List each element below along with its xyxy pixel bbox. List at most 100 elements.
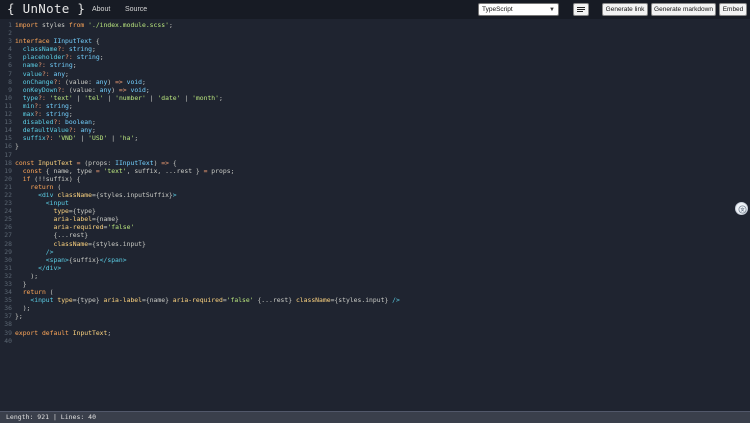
line-number: 11 [4,101,12,110]
code-line[interactable]: const { name, type = 'text', suffix, ...… [15,167,400,175]
line-number: 18 [4,158,12,167]
code-line[interactable]: onChange?: (value: any) => void; [15,78,400,86]
code-line[interactable]: ); [15,304,400,312]
line-number: 26 [4,223,12,232]
code-content[interactable]: import styles from './index.module.scss'… [15,21,400,345]
code-line[interactable] [15,151,400,159]
code-line[interactable]: ); [15,272,400,280]
code-line[interactable]: } [15,280,400,288]
code-token: styles [38,21,69,29]
line-number: 9 [8,85,12,94]
code-line[interactable]: <input type={type} aria-label={name} ari… [15,296,399,305]
code-token: return [30,182,54,191]
chevron-down-icon: ▼ [549,7,555,13]
code-token: 'month' [192,93,219,102]
code-token: (!!suffix) { [30,174,81,183]
code-token: 'text' [49,93,73,102]
code-token: ; [68,101,73,110]
code-line[interactable]: className?: string; [15,45,400,53]
code-token: , suffix, ...rest } [126,166,204,175]
code-line[interactable]: <span>{suffix}</span> [15,256,400,264]
format-button[interactable] [573,3,589,16]
code-line[interactable]: } [15,142,400,150]
code-line[interactable]: const InputText = (props: IInputText) =>… [15,159,400,167]
code-editor[interactable]: 1 2 3 4 5 6 7 8 9 10 11 12 13 14 15 16 17 18 19 20 21 22 23 24 2… [0,19,750,411]
nav-about-link[interactable]: About [92,5,110,14]
code-line[interactable]: export default InputText; [15,329,400,337]
line-number: 8 [8,77,12,86]
code-token: type [15,93,39,102]
code-line[interactable]: return ( [15,288,400,296]
line-number: 38 [4,320,12,329]
code-line[interactable] [15,337,400,345]
code-token: } [15,280,27,288]
translate-floating-button[interactable] [735,202,748,215]
code-line[interactable]: aria-label={name} [15,215,400,223]
code-line[interactable]: /> [15,248,400,256]
code-token: from [68,21,85,29]
line-number: 7 [8,69,12,78]
code-token: ; [68,110,73,119]
code-token: max [15,110,35,119]
code-token: any [80,126,92,135]
app-logo[interactable]: { UnNote } [7,1,85,17]
code-line[interactable]: }; [15,312,400,320]
line-number: 25 [4,215,12,224]
code-token: { [91,37,100,46]
code-token: defaultValue [15,126,69,135]
code-token: ?: [34,110,42,119]
code-token: => [161,158,169,167]
code-token: aria-label [103,296,142,305]
code-token: string [68,45,92,54]
code-line[interactable]: defaultValue?: any; [15,126,400,134]
code-line[interactable]: interface IInputText { [15,37,400,45]
code-line[interactable]: return ( [15,183,400,191]
generate-markdown-button[interactable]: Generate markdown [651,3,716,16]
code-line[interactable] [15,320,400,328]
nav-source-link[interactable]: Source [125,5,147,14]
code-line[interactable]: value?: any; [15,70,400,78]
code-line[interactable]: if (!!suffix) { [15,175,400,183]
code-token: string [45,110,69,119]
code-line[interactable] [15,29,400,37]
code-token: any [53,69,66,78]
language-select[interactable]: TypeScript ▼ [478,3,559,16]
code-line[interactable]: disabled?: boolean; [15,118,400,126]
code-line[interactable]: aria-required='false' [15,223,400,231]
code-token: 'false' [226,296,254,305]
code-token: ) [111,85,119,94]
code-line[interactable]: import styles from './index.module.scss'… [15,21,400,29]
code-token: ?: [38,93,46,102]
code-line[interactable]: <div className={styles.inputSuffix}> [15,191,400,199]
code-line[interactable]: min?: string; [15,102,400,110]
code-line[interactable]: {...rest} [15,231,400,239]
line-number: 10 [4,93,12,102]
code-token: ={styles.input} [88,239,146,248]
code-token: (value: [61,77,96,86]
code-token: ) [107,77,116,86]
code-line[interactable]: suffix?: 'VND' | 'USD' | 'ha'; [15,134,400,142]
code-line[interactable]: max?: string; [15,110,400,118]
code-token: ; [91,118,96,127]
line-number: 32 [4,271,12,280]
code-line[interactable]: placeholder?: string; [15,53,400,61]
code-line[interactable]: className={styles.input} [15,240,400,248]
code-token: aria-required [172,296,223,305]
code-token: const [22,166,42,175]
code-line[interactable]: type?: 'text' | 'tel' | 'number' | 'date… [15,94,400,102]
code-token: string [49,61,73,70]
code-token: </div> [38,263,62,272]
embed-button[interactable]: Embed [719,3,747,16]
code-token: ={styles.inputSuffix} [91,190,173,199]
line-number: 35 [4,296,12,305]
generate-link-button[interactable]: Generate link [602,3,648,16]
code-line[interactable]: </div> [15,264,400,272]
code-line[interactable]: onKeyDown?: (value: any) => void; [15,86,400,94]
code-line[interactable]: type={type} [15,207,400,215]
code-line[interactable]: name?: string; [15,61,400,69]
code-line[interactable]: <input [15,199,400,207]
code-token: aria-required [53,223,104,232]
